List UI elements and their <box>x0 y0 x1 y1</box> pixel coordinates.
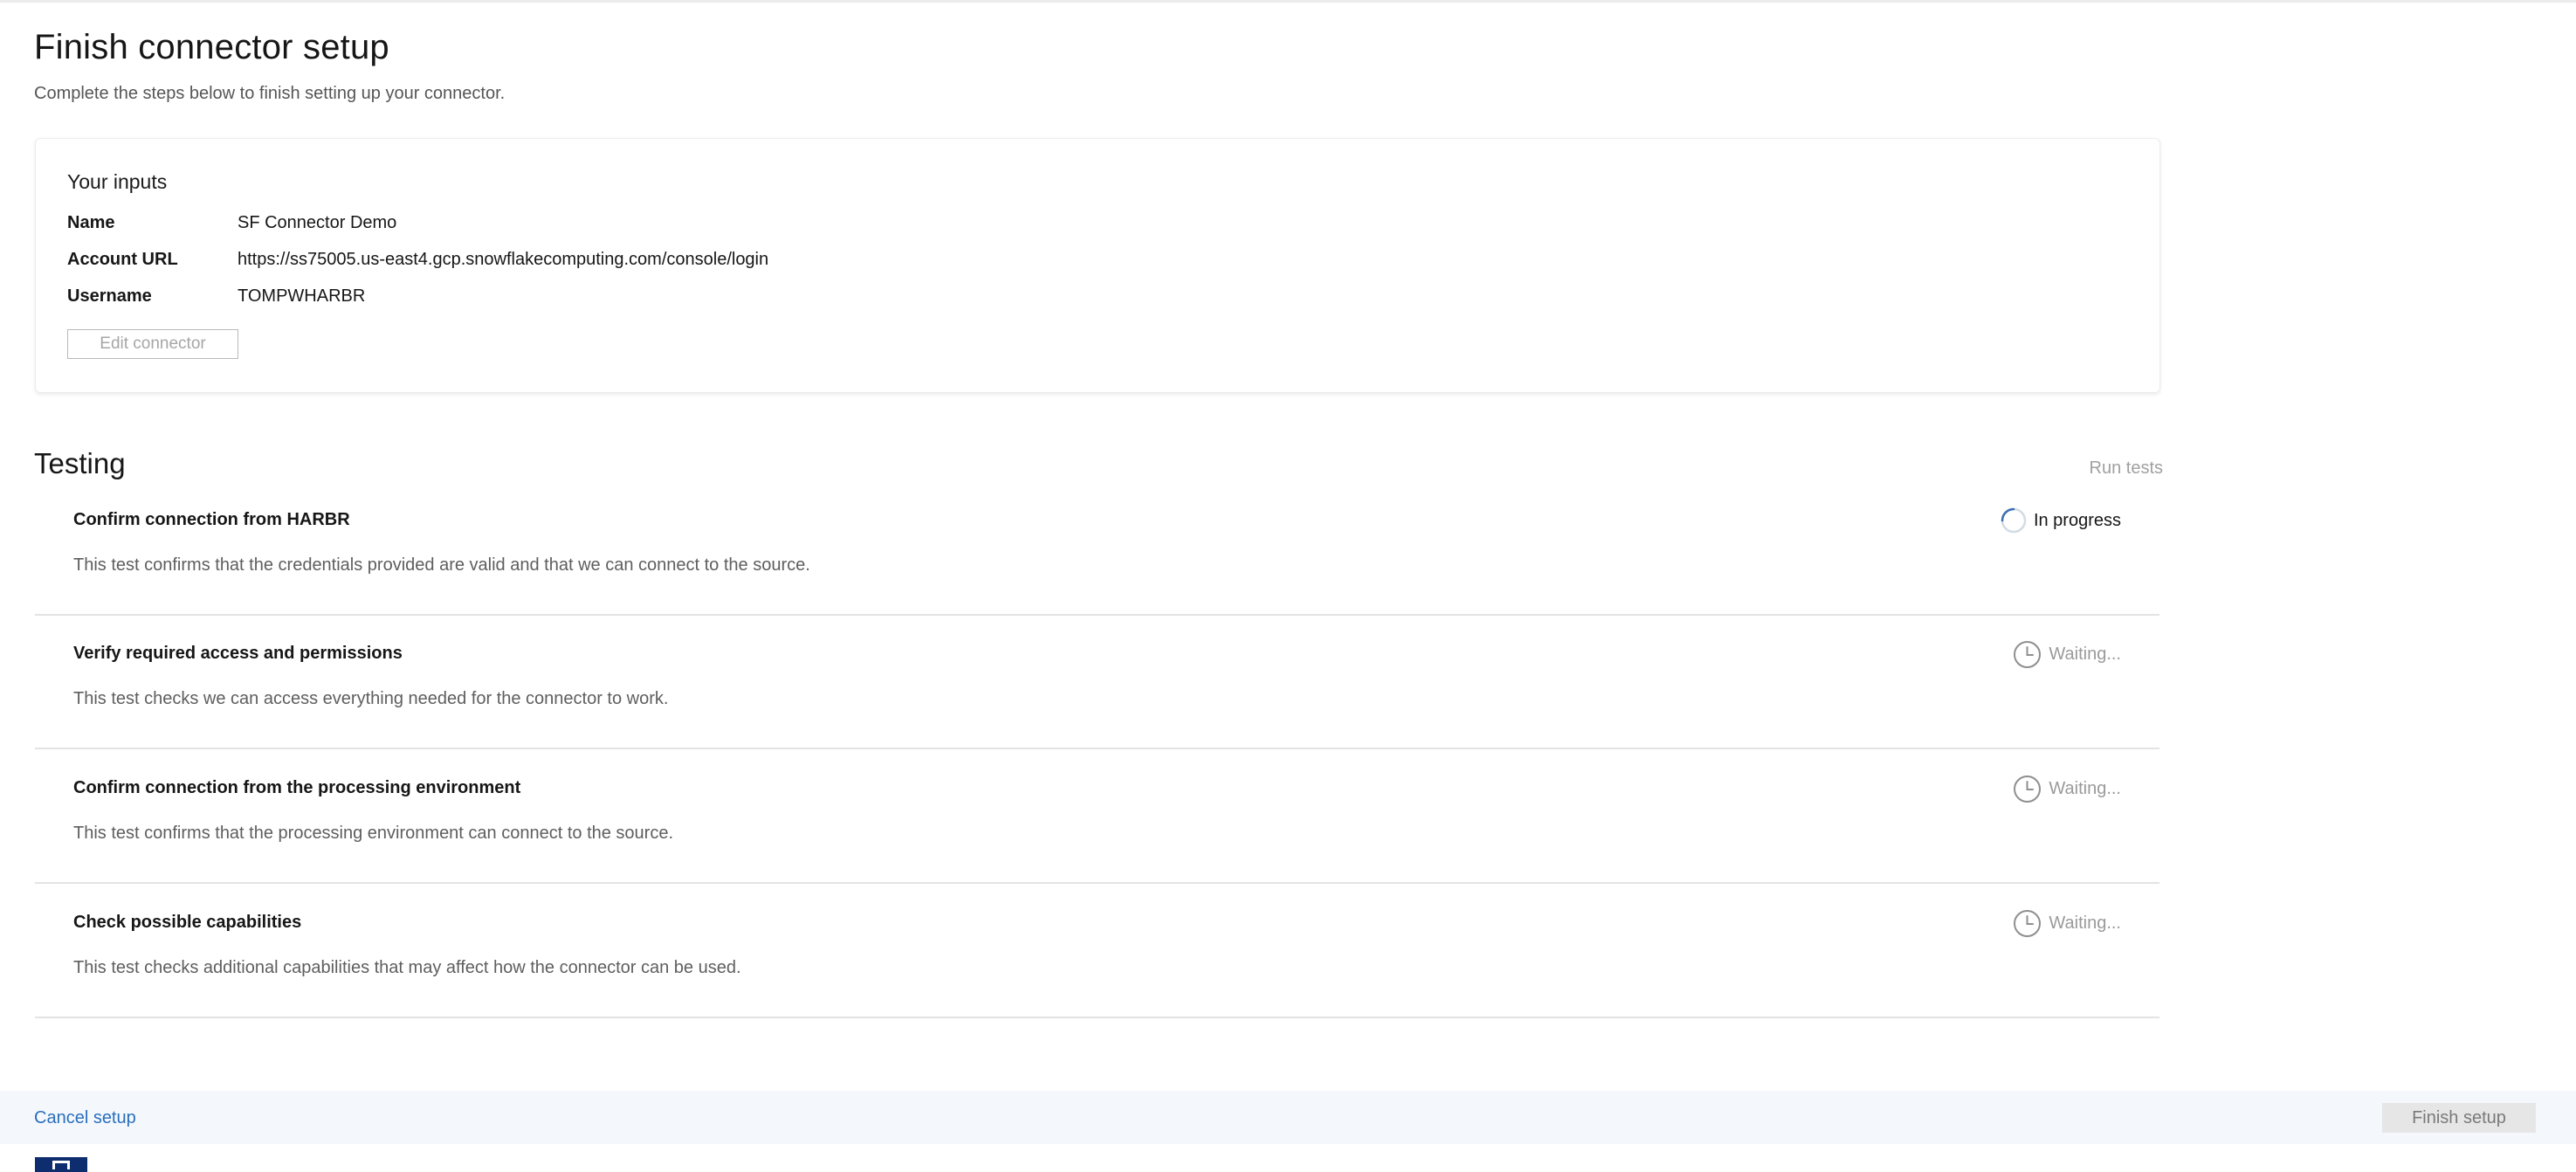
username-value: TOMPWHARBR <box>238 286 366 306</box>
connector-setup-page: Finish connector setup Complete the step… <box>0 0 2576 1172</box>
cancel-setup-link[interactable]: Cancel setup <box>34 1108 136 1128</box>
test-row-confirm-connection: Confirm connection from HARBR This test … <box>35 480 2159 616</box>
status-text: Waiting... <box>2049 913 2121 933</box>
test-title: Confirm connection from HARBR <box>73 510 350 529</box>
test-status: In progress <box>2001 505 2121 536</box>
status-text: In progress <box>2033 510 2121 530</box>
your-inputs-card: Your inputs Name SF Connector Demo Accou… <box>35 138 2160 393</box>
test-description: This test checks we can access everythin… <box>73 689 669 708</box>
test-title: Confirm connection from the processing e… <box>73 778 521 797</box>
name-label: Name <box>67 213 115 232</box>
test-title: Check possible capabilities <box>73 913 302 932</box>
finish-setup-button[interactable]: Finish setup <box>2382 1103 2536 1133</box>
test-row-verify-access: Verify required access and permissions T… <box>35 614 2159 749</box>
test-status: Waiting... <box>2013 907 2121 939</box>
test-status: Waiting... <box>2013 638 2121 670</box>
username-label: Username <box>67 286 152 306</box>
brand-logo-icon <box>35 1157 87 1172</box>
status-text: Waiting... <box>2049 644 2121 664</box>
clock-icon <box>2014 640 2042 668</box>
test-status: Waiting... <box>2013 773 2121 804</box>
inputs-card-title: Your inputs <box>67 170 168 193</box>
clock-icon <box>2014 775 2042 803</box>
testing-title: Testing <box>34 447 126 479</box>
account-url-value: https://ss75005.us-east4.gcp.snowflakeco… <box>238 250 769 269</box>
name-value: SF Connector Demo <box>238 213 397 232</box>
run-tests-button[interactable]: Run tests <box>2090 458 2163 479</box>
test-description: This test confirms that the credentials … <box>73 555 810 575</box>
footer-action-bar: Cancel setup Finish setup <box>0 1091 2576 1144</box>
spinner-icon <box>2001 507 2027 534</box>
page-title: Finish connector setup <box>34 28 389 66</box>
test-row-processing-environment: Confirm connection from the processing e… <box>35 748 2159 884</box>
test-description: This test checks additional capabilities… <box>73 958 741 977</box>
test-row-capabilities: Check possible capabilities This test ch… <box>35 883 2159 1018</box>
account-url-label: Account URL <box>67 250 178 269</box>
page-subtitle: Complete the steps below to finish setti… <box>34 84 506 103</box>
test-title: Verify required access and permissions <box>73 644 403 663</box>
test-description: This test confirms that the processing e… <box>73 824 674 843</box>
top-divider <box>0 0 2576 3</box>
edit-connector-button[interactable]: Edit connector <box>67 329 238 359</box>
clock-icon <box>2014 909 2042 937</box>
status-text: Waiting... <box>2049 778 2121 798</box>
